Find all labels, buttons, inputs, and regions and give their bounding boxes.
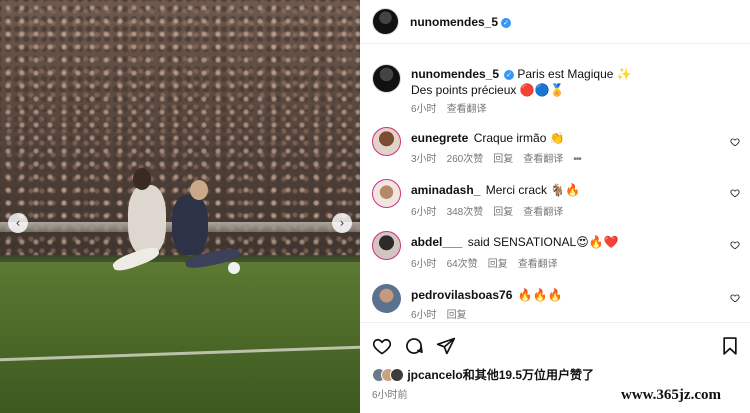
post-side-panel: nunomendes_5 ✓ nunomendes_5 ✓ Paris est Ma…: [360, 0, 750, 413]
player-dark-kit: [172, 195, 208, 255]
see-translation-link[interactable]: 查看翻译: [523, 207, 563, 218]
player-dark-head: [190, 180, 208, 200]
comment-username[interactable]: abdel___: [411, 235, 462, 249]
avatar[interactable]: [372, 231, 401, 260]
caption-time: 6小时: [411, 104, 437, 115]
comment-likes[interactable]: 64次赞: [447, 259, 478, 270]
comment-likes[interactable]: 348次赞: [447, 207, 484, 218]
comment-username[interactable]: eunegrete: [411, 131, 468, 145]
owner-username-text[interactable]: nunomendes_5: [410, 15, 498, 29]
comment-body: 🔥🔥🔥: [517, 288, 563, 302]
likes-summary[interactable]: jpcancelo和其他19.5万位用户赞了: [372, 366, 594, 383]
chevron-right-icon[interactable]: ›: [332, 213, 352, 233]
more-options-icon[interactable]: •••: [573, 154, 581, 165]
comment-text: aminadash_ Merci crack 🐐🔥: [411, 182, 580, 198]
football-pitch: [0, 262, 360, 413]
caption-line1: Paris est Magique ✨: [517, 67, 632, 81]
reply-link[interactable]: 回复: [488, 259, 508, 270]
comment-text: abdel___ said SENSATIONAL😍🔥❤️: [411, 234, 619, 250]
comment-meta: 6小时 64次赞 回复 查看翻译: [411, 255, 568, 270]
comment-time: 6小时: [411, 310, 437, 321]
likes-rest[interactable]: 和其他19.5万位用户赞了: [463, 368, 594, 382]
comment-likes[interactable]: 260次赞: [447, 154, 484, 165]
avatar[interactable]: [372, 127, 401, 156]
caption-username[interactable]: nunomendes_5: [411, 67, 499, 81]
caption-meta: 6小时 查看翻译: [411, 100, 497, 115]
post-photo: ‹ ›: [0, 0, 360, 413]
comment-body: Craque irmão 👏: [473, 131, 565, 145]
avatar[interactable]: [372, 8, 399, 35]
verified-badge-icon: ✓: [504, 70, 515, 80]
caption-text: nunomendes_5 ✓ Paris est Magique ✨: [411, 66, 632, 82]
comment-bubble-icon[interactable]: [404, 336, 424, 356]
post-action-bar: [360, 322, 750, 366]
watermark-text: www.365jz.com: [618, 387, 724, 404]
player-white-kit: [128, 185, 166, 255]
likes-user[interactable]: jpcancelo: [407, 368, 462, 382]
avatar[interactable]: [372, 179, 401, 208]
paper-plane-icon[interactable]: [436, 336, 456, 356]
see-translation-link[interactable]: 查看翻译: [523, 154, 563, 165]
heart-icon[interactable]: [372, 336, 392, 356]
post-header: nunomendes_5 ✓: [360, 0, 750, 44]
reply-link[interactable]: 回复: [493, 207, 513, 218]
comment-meta: 6小时 348次赞 回复 查看翻译: [411, 203, 573, 218]
player-white-head: [133, 168, 151, 190]
chevron-left-icon[interactable]: ‹: [8, 213, 28, 233]
football: [228, 262, 240, 274]
see-translation-link[interactable]: 查看翻译: [518, 259, 558, 270]
verified-badge-icon: ✓: [501, 18, 512, 28]
comment-body: Merci crack 🐐🔥: [485, 183, 581, 197]
comment-time: 6小时: [411, 259, 437, 270]
comment-username[interactable]: pedrovilasboas76: [411, 288, 512, 302]
comment-text: pedrovilasboas76 🔥🔥🔥: [411, 287, 563, 303]
comment-username[interactable]: aminadash_: [411, 183, 480, 197]
comment-meta: 6小时 回复: [411, 306, 477, 321]
caption-line2: Des points précieux 🔴🔵🏅: [411, 83, 565, 97]
heart-icon[interactable]: [730, 240, 740, 250]
owner-username[interactable]: nunomendes_5 ✓: [410, 15, 512, 29]
comment-text: eunegrete Craque irmão 👏: [411, 130, 565, 146]
comment-time: 6小时: [411, 207, 437, 218]
reply-link[interactable]: 回复: [447, 310, 467, 321]
comment-time: 3小时: [411, 154, 437, 165]
comment-meta: 3小时 260次赞 回复 查看翻译 •••: [411, 150, 591, 165]
avatar[interactable]: [372, 284, 401, 313]
post-timestamp: 6小时前: [372, 390, 408, 401]
reply-link[interactable]: 回复: [493, 154, 513, 165]
comment-body: said SENSATIONAL😍🔥❤️: [467, 235, 619, 249]
avatar: [390, 368, 404, 382]
heart-icon[interactable]: [730, 293, 740, 303]
heart-icon[interactable]: [730, 137, 740, 147]
heart-icon[interactable]: [730, 188, 740, 198]
avatar[interactable]: [372, 64, 401, 93]
bookmark-icon[interactable]: [720, 336, 740, 356]
see-translation-link[interactable]: 查看翻译: [447, 104, 487, 115]
